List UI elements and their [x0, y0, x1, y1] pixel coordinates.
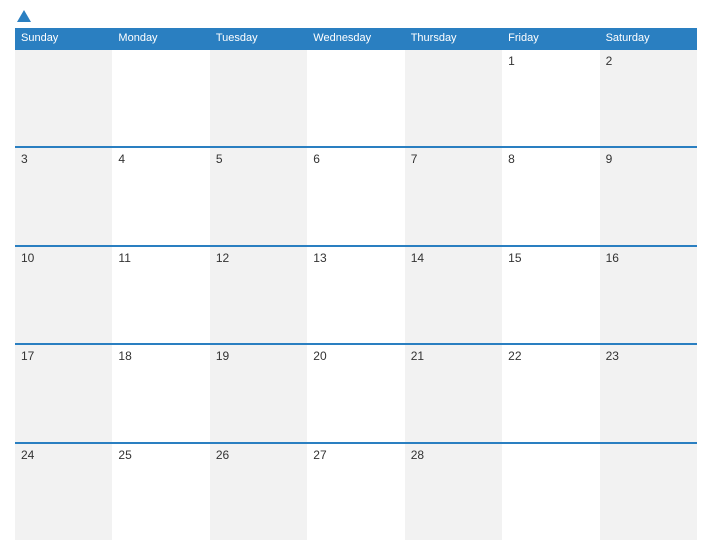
calendar-cell: [405, 50, 502, 146]
day-header-wednesday: Wednesday: [307, 28, 404, 48]
day-number: 20: [313, 349, 326, 363]
calendar-cell: 18: [112, 345, 209, 441]
calendar-week-4: 17 18 19 20 21 22 23: [15, 343, 697, 441]
day-number: 14: [411, 251, 424, 265]
day-header-thursday: Thursday: [405, 28, 502, 48]
calendar-cell: 1: [502, 50, 599, 146]
calendar-cell: 4: [112, 148, 209, 244]
day-number: 21: [411, 349, 424, 363]
calendar-cell: 5: [210, 148, 307, 244]
day-number: 10: [21, 251, 34, 265]
logo-blue-text: [15, 10, 31, 22]
calendar-cell: [15, 50, 112, 146]
calendar-cell: 14: [405, 247, 502, 343]
day-number: 19: [216, 349, 229, 363]
day-number: 8: [508, 152, 515, 166]
day-number: 11: [118, 251, 130, 265]
day-number: 27: [313, 448, 326, 462]
day-number: 24: [21, 448, 34, 462]
calendar-cell: 27: [307, 444, 404, 540]
day-number: 6: [313, 152, 320, 166]
calendar-week-5: 24 25 26 27 28: [15, 442, 697, 540]
calendar-cell: [210, 50, 307, 146]
logo-triangle-icon: [17, 10, 31, 22]
day-number: 2: [606, 54, 613, 68]
day-header-friday: Friday: [502, 28, 599, 48]
calendar-cell: [502, 444, 599, 540]
calendar: SundayMondayTuesdayWednesdayThursdayFrid…: [15, 28, 697, 540]
calendar-header-row: SundayMondayTuesdayWednesdayThursdayFrid…: [15, 28, 697, 48]
day-header-saturday: Saturday: [600, 28, 697, 48]
calendar-cell: 13: [307, 247, 404, 343]
day-number: 18: [118, 349, 131, 363]
day-number: 7: [411, 152, 418, 166]
day-number: 9: [606, 152, 613, 166]
calendar-cell: 17: [15, 345, 112, 441]
calendar-week-3: 10 11 12 13 14 15 16: [15, 245, 697, 343]
calendar-cell: 22: [502, 345, 599, 441]
day-header-monday: Monday: [112, 28, 209, 48]
calendar-week-2: 3 4 5 6 7 8 9: [15, 146, 697, 244]
calendar-cell: 2: [600, 50, 697, 146]
page-header: [15, 10, 697, 22]
day-number: 23: [606, 349, 619, 363]
calendar-body: 1234567891011121314151617181920212223242…: [15, 48, 697, 540]
calendar-cell: 23: [600, 345, 697, 441]
day-number: 12: [216, 251, 229, 265]
day-number: 1: [508, 54, 515, 68]
calendar-cell: 26: [210, 444, 307, 540]
day-header-sunday: Sunday: [15, 28, 112, 48]
calendar-cell: 21: [405, 345, 502, 441]
calendar-cell: 7: [405, 148, 502, 244]
calendar-cell: 6: [307, 148, 404, 244]
calendar-cell: 11: [112, 247, 209, 343]
day-number: 16: [606, 251, 619, 265]
day-number: 5: [216, 152, 223, 166]
calendar-week-1: 12: [15, 48, 697, 146]
calendar-cell: 10: [15, 247, 112, 343]
calendar-cell: [112, 50, 209, 146]
calendar-cell: 16: [600, 247, 697, 343]
calendar-cell: [307, 50, 404, 146]
calendar-cell: 15: [502, 247, 599, 343]
calendar-cell: 25: [112, 444, 209, 540]
day-number: 13: [313, 251, 326, 265]
calendar-cell: 28: [405, 444, 502, 540]
calendar-cell: 20: [307, 345, 404, 441]
day-number: 22: [508, 349, 521, 363]
day-number: 4: [118, 152, 125, 166]
day-number: 25: [118, 448, 131, 462]
day-number: 28: [411, 448, 424, 462]
day-number: 3: [21, 152, 28, 166]
day-number: 17: [21, 349, 34, 363]
calendar-cell: 3: [15, 148, 112, 244]
calendar-cell: 24: [15, 444, 112, 540]
calendar-cell: 9: [600, 148, 697, 244]
day-number: 15: [508, 251, 521, 265]
day-header-tuesday: Tuesday: [210, 28, 307, 48]
calendar-page: SundayMondayTuesdayWednesdayThursdayFrid…: [0, 0, 712, 550]
calendar-cell: 8: [502, 148, 599, 244]
logo: [15, 10, 31, 22]
day-number: 26: [216, 448, 229, 462]
calendar-cell: [600, 444, 697, 540]
calendar-cell: 19: [210, 345, 307, 441]
calendar-cell: 12: [210, 247, 307, 343]
